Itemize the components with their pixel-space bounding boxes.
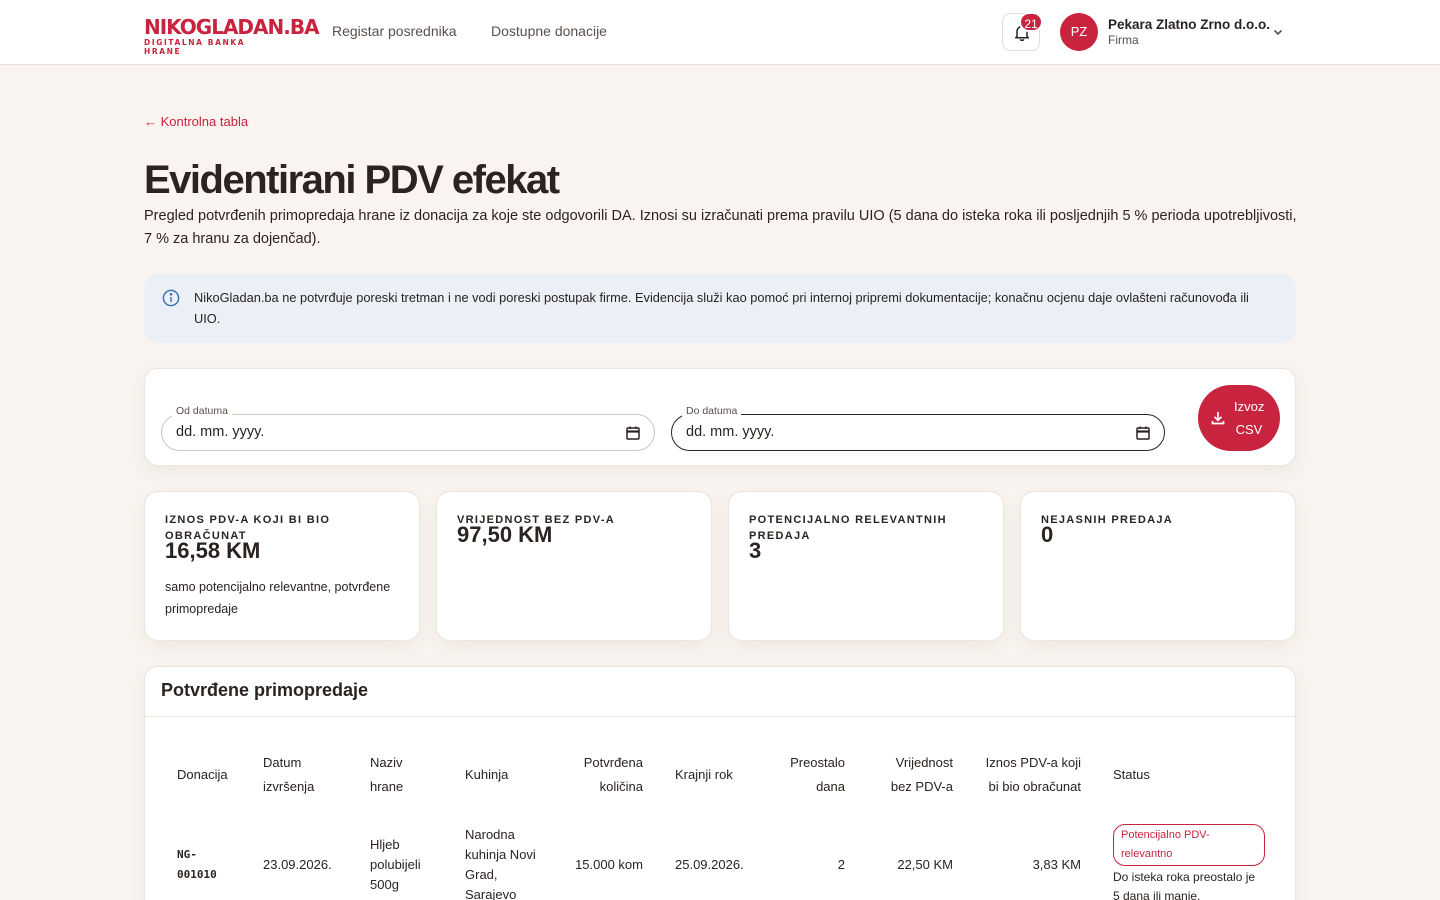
date-to-label: Do datuma xyxy=(682,405,742,417)
cell-net-value: 22,50 KM xyxy=(897,857,953,872)
status-badge: Potencijalno PDV-relevantno xyxy=(1113,824,1265,866)
nav-link-dostupne-donacije[interactable]: Dostupne donacije xyxy=(491,23,607,39)
column-header-kitchen[interactable]: Kuhinja xyxy=(449,733,557,817)
avatar[interactable]: PZ xyxy=(1060,13,1098,51)
export-csv-button[interactable]: Izvoz CSV xyxy=(1198,385,1280,451)
stat-note: samo potencijalno relevantne, potvrđene … xyxy=(165,580,391,616)
table-title: Potvrđene primopredaje xyxy=(161,680,369,700)
top-navigation-bar: NIKOGLADAN.BA DIGITALNA BANKA HRANE Regi… xyxy=(0,0,1440,65)
stat-label: Nejasnih predaja xyxy=(1041,514,1174,526)
download-icon xyxy=(1211,412,1225,425)
cell-kitchen: Narodna kuhinja Novi Grad, Sarajevo xyxy=(465,827,536,900)
date-to-value: dd. mm. yyyy. xyxy=(686,424,775,440)
cell-date: 23.09.2026. xyxy=(263,857,332,872)
logo[interactable]: NIKOGLADAN.BA DIGITALNA BANKA HRANE xyxy=(144,15,320,56)
date-filter-panel: Od datuma dd. mm. yyyy. Do datuma dd. mm… xyxy=(144,368,1296,466)
page-title: Evidentirani PDV efekat xyxy=(144,158,560,202)
column-header-food[interactable]: Naziv hrane xyxy=(354,733,449,817)
cell-vat-amount: 3,83 KM xyxy=(1032,857,1081,872)
cell-quantity: 15.000 kom xyxy=(575,857,643,872)
stat-card-unclear-count: Nejasnih predaja 0 xyxy=(1020,491,1296,641)
cell-status: Potencijalno PDV-relevantno Do isteka ro… xyxy=(1097,817,1281,900)
column-header-deadline[interactable]: Krajnji rok xyxy=(659,733,767,817)
column-header-net-value[interactable]: Vrijednost bez PDV-a xyxy=(861,733,969,817)
column-header-days-left[interactable]: Preostalo dana xyxy=(767,733,861,817)
company-name[interactable]: Pekara Zlatno Zrno d.o.o. xyxy=(1108,17,1270,32)
column-header-vat[interactable]: Iznos PDV-a koji bi bio obračunat xyxy=(969,733,1097,817)
back-to-dashboard-link[interactable]: ← Kontrolna tabla xyxy=(144,114,248,129)
column-header-quantity[interactable]: Potvrđena količina xyxy=(557,733,659,817)
date-from-value: dd. mm. yyyy. xyxy=(176,424,265,440)
status-note: Do isteka roka preostalo je 5 dana ili m… xyxy=(1113,870,1256,900)
chevron-down-icon[interactable] xyxy=(1272,26,1284,38)
calendar-icon[interactable] xyxy=(626,426,640,440)
company-role: Firma xyxy=(1108,33,1139,47)
stat-label: Potencijalno relevantnih predaja xyxy=(749,514,947,542)
stat-value: 16,58 KM xyxy=(165,538,261,563)
notifications-count-badge: 21 xyxy=(1019,12,1043,32)
stat-value: 0 xyxy=(1041,522,1054,547)
column-header-date[interactable]: Datum izvršenja xyxy=(247,733,354,817)
info-notice: NikoGladan.ba ne potvrđuje poreski tretm… xyxy=(144,274,1296,343)
stat-card-relevant-count: Potencijalno relevantnih predaja 3 xyxy=(728,491,1004,641)
info-notice-text: NikoGladan.ba ne potvrđuje poreski tretm… xyxy=(194,290,1249,326)
column-header-donation[interactable]: Donacija xyxy=(161,733,247,817)
page-description: Pregled potvrđenih primopredaja hrane iz… xyxy=(144,208,1297,247)
date-to-field[interactable]: Do datuma dd. mm. yyyy. xyxy=(671,405,1165,451)
column-header-status[interactable]: Status xyxy=(1097,733,1281,817)
handovers-table-card: Potvrđene primopredaje Donacija Datum iz… xyxy=(144,666,1296,900)
cell-deadline: 25.09.2026. xyxy=(675,857,744,872)
info-icon xyxy=(162,289,180,307)
table-row: NG-001010 23.09.2026. Hljeb polubijeli 5… xyxy=(161,817,1281,900)
stat-card-net-value: Vrijednost bez PDV-a 97,50 KM xyxy=(436,491,712,641)
table-header-row: Donacija Datum izvršenja Naziv hrane Kuh… xyxy=(161,733,1281,817)
calendar-icon[interactable] xyxy=(1136,426,1150,440)
logo-wordmark: NIKOGLADAN.BA xyxy=(144,15,320,39)
stat-card-vat-amount: Iznos PDV-a koji bi bio obračunat 16,58 … xyxy=(144,491,420,641)
divider xyxy=(145,716,1295,717)
export-csv-label: Izvoz CSV xyxy=(1234,399,1265,437)
logo-tagline: DIGITALNA BANKA HRANE xyxy=(144,38,246,56)
cell-food-name: Hljeb polubijeli 500g xyxy=(370,837,421,892)
cell-days-left: 2 xyxy=(837,857,845,872)
cell-donation-code[interactable]: NG-001010 xyxy=(161,817,247,900)
nav-link-registar-posrednika[interactable]: Registar posrednika xyxy=(332,23,457,39)
stat-value: 3 xyxy=(749,538,762,563)
date-from-field[interactable]: Od datuma dd. mm. yyyy. xyxy=(161,405,655,451)
date-from-label: Od datuma xyxy=(172,405,232,417)
handovers-table: Donacija Datum izvršenja Naziv hrane Kuh… xyxy=(161,733,1281,900)
stat-value: 97,50 KM xyxy=(457,522,553,547)
